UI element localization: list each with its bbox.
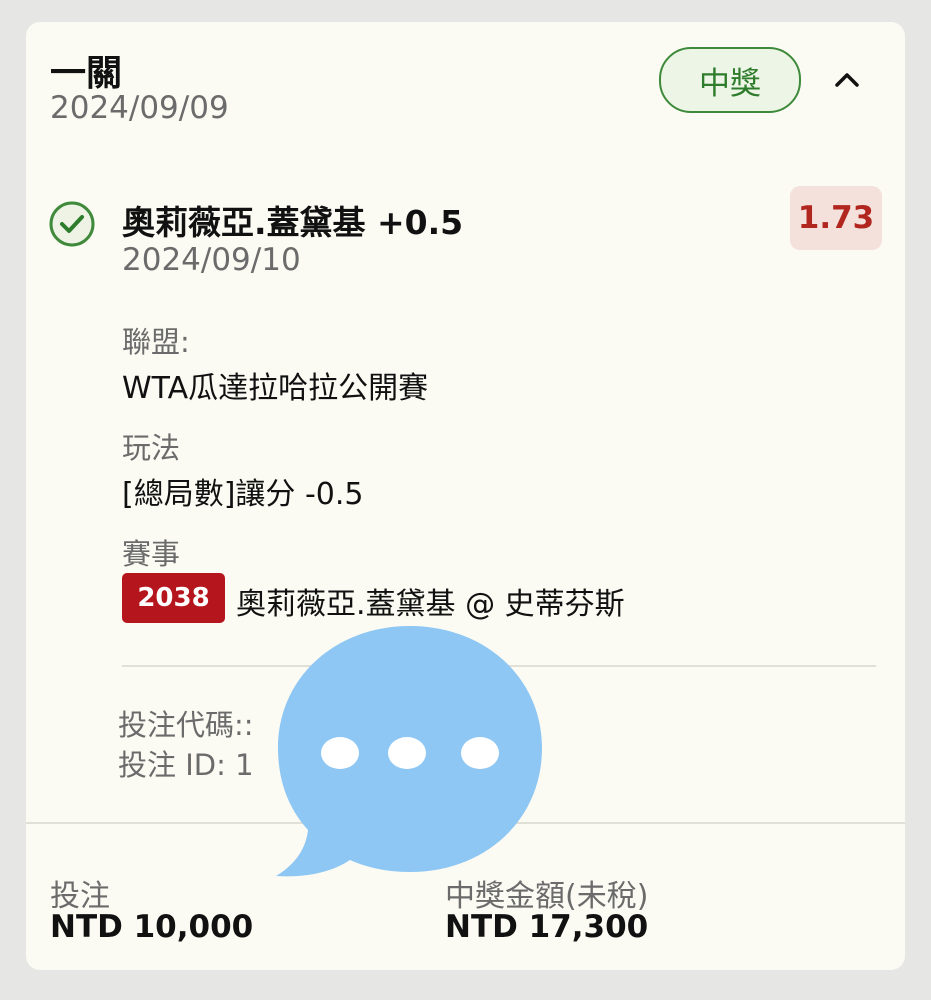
stake-value: NTD 10,000 <box>50 909 254 945</box>
bet-code: 投注代碼:: <box>118 708 254 742</box>
bet-type-title: 一關 <box>50 53 123 94</box>
odds-badge: 1.73 <box>790 186 882 250</box>
payout-value: NTD 17,300 <box>445 909 649 945</box>
chat-bubble-icon[interactable] <box>270 620 550 885</box>
event-code-badge: 2038 <box>122 573 225 623</box>
selection-name: 奧莉薇亞.蓋黛基 +0.5 <box>122 203 464 242</box>
selection-date: 2024/09/10 <box>122 242 301 278</box>
league-value: WTA瓜達拉哈拉公開賽 <box>122 371 429 406</box>
status-badge: 中獎 <box>659 47 801 113</box>
event-label: 賽事 <box>122 537 181 571</box>
chevron-up-icon[interactable] <box>826 58 868 100</box>
event-name: 奧莉薇亞.蓋黛基 @ 史蒂芬斯 <box>236 587 625 622</box>
league-label: 聯盟: <box>122 325 190 359</box>
market-label: 玩法 <box>122 431 181 465</box>
bet-date: 2024/09/09 <box>50 90 229 126</box>
market-value: [總局數]讓分 -0.5 <box>122 477 364 512</box>
bet-id: 投注 ID: 1 <box>118 748 254 782</box>
check-circle-icon <box>49 201 95 247</box>
